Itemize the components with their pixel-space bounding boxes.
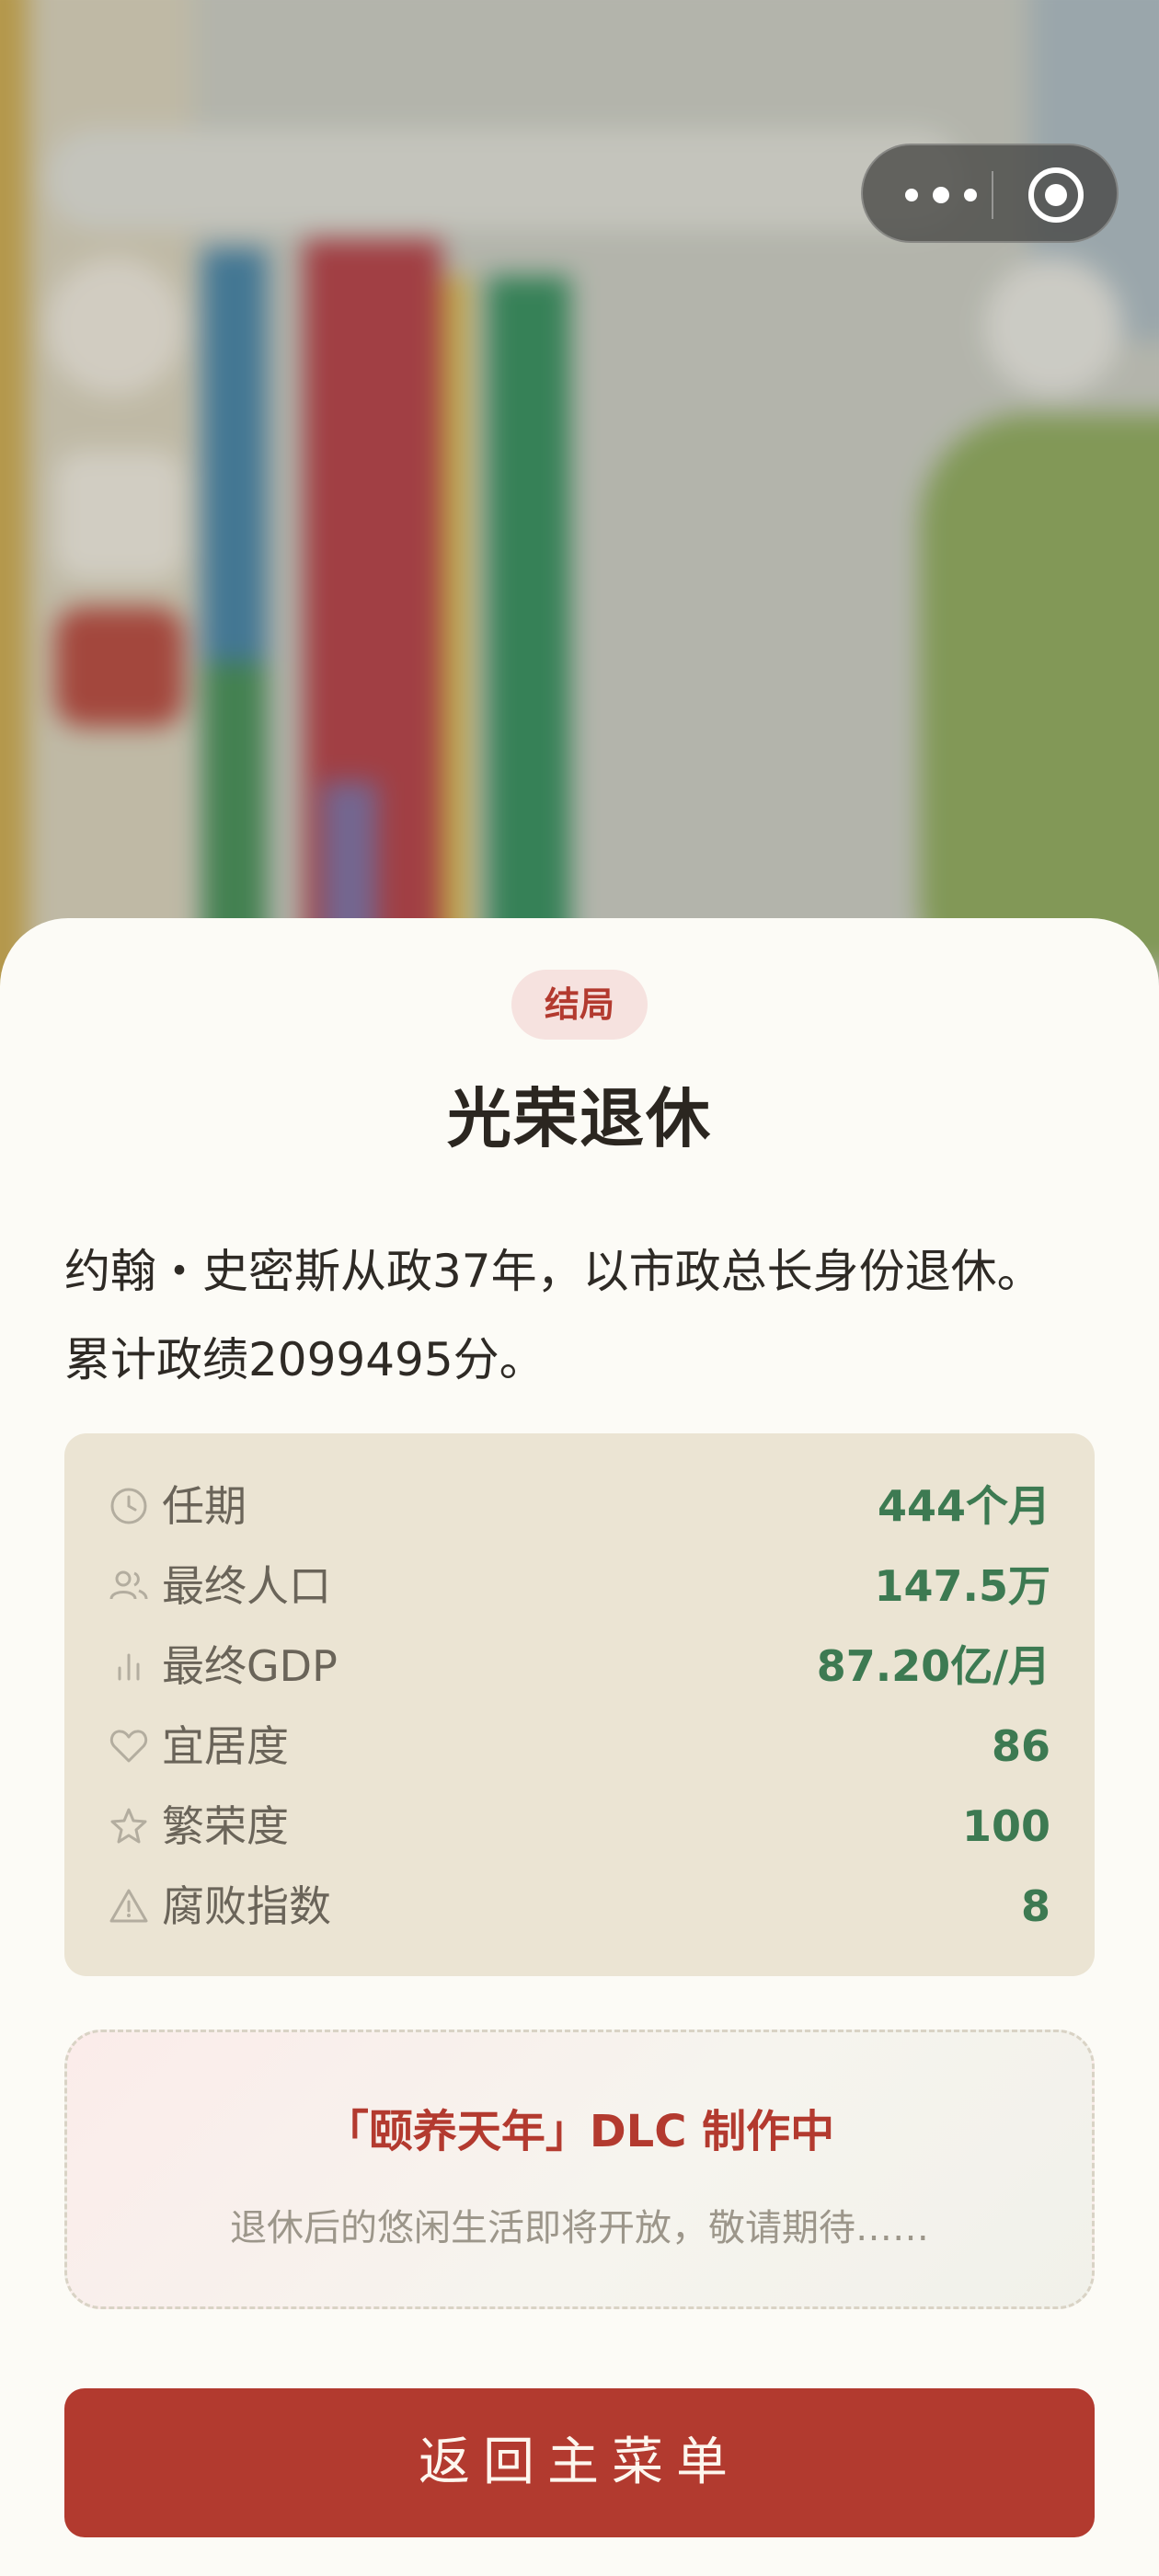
clock-icon (110, 1488, 147, 1524)
users-icon (109, 1570, 148, 1600)
more-dots-icon[interactable] (896, 173, 988, 217)
stat-label: 最终人口 (162, 1561, 331, 1611)
stat-row-prosperity: 繁荣度 100 (109, 1794, 1050, 1858)
stat-label: 宜居度 (162, 1721, 289, 1771)
stat-label: 任期 (162, 1481, 247, 1531)
miniprogram-capsule (861, 144, 1119, 243)
stat-label: 腐败指数 (162, 1881, 331, 1931)
stat-value: 86 (991, 1721, 1050, 1771)
stat-row-term: 任期 444个月 (109, 1474, 1050, 1538)
capsule-divider (992, 171, 993, 219)
stat-value: 100 (961, 1801, 1050, 1851)
stat-value: 444个月 (877, 1481, 1050, 1531)
return-main-menu-button[interactable]: 返回主菜单 (64, 2388, 1095, 2537)
ending-tag-badge: 结局 (511, 970, 648, 1040)
star-icon (110, 1808, 147, 1844)
description-line: 约翰・史密斯从政37年，以市政总长身份退休。 (64, 1245, 1043, 1298)
record-close-icon[interactable] (1028, 167, 1084, 223)
bar-chart-icon (118, 1653, 140, 1681)
ending-title: 光荣退休 (447, 1080, 712, 1156)
dlc-subtitle: 退休后的悠闲生活即将开放，敬请期待…… (230, 2207, 929, 2249)
stat-value: 87.20亿/月 (816, 1641, 1050, 1691)
stat-row-livability: 宜居度 86 (109, 1714, 1050, 1778)
final-stats-panel: 任期 444个月 最终人口 147.5万 最终GDP 87.20亿/月 宜居度 … (64, 1433, 1095, 1976)
stat-row-gdp: 最终GDP 87.20亿/月 (109, 1634, 1050, 1698)
stat-value: 8 (1020, 1881, 1050, 1931)
stat-value: 147.5万 (874, 1561, 1050, 1611)
stat-label: 最终GDP (162, 1641, 338, 1691)
warning-icon (109, 1889, 148, 1923)
ending-description: 约翰・史密斯从政37年，以市政总长身份退休。 累计政绩2099495分。 (64, 1227, 1095, 1404)
stat-row-population: 最终人口 147.5万 (109, 1554, 1050, 1618)
dlc-title: 「颐养天年」DLC 制作中 (324, 2106, 835, 2157)
description-line: 累计政绩2099495分。 (64, 1333, 545, 1386)
ending-result-sheet: 结局 光荣退休 约翰・史密斯从政37年，以市政总长身份退休。 累计政绩20994… (0, 918, 1159, 2576)
heart-icon (109, 1730, 148, 1763)
dlc-notice-card: 「颐养天年」DLC 制作中 退休后的悠闲生活即将开放，敬请期待…… (64, 2030, 1095, 2309)
stat-row-corruption: 腐败指数 8 (109, 1874, 1050, 1938)
stat-label: 繁荣度 (162, 1801, 289, 1851)
